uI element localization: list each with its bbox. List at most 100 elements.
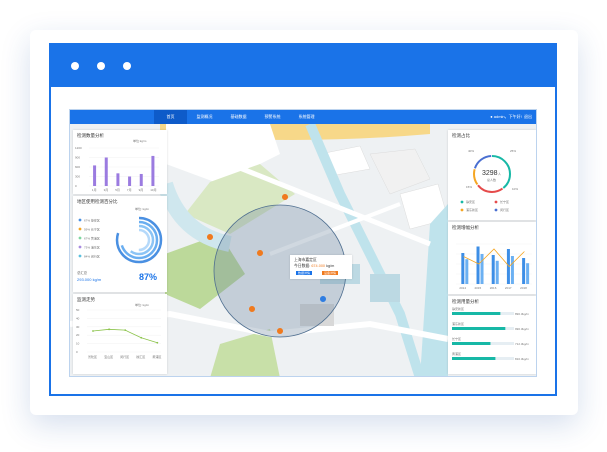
total-label: 总汇总 xyxy=(77,270,88,275)
nav-item-basic-data[interactable]: 基础数据 xyxy=(222,110,255,124)
nav-item-overview[interactable]: 监测概况 xyxy=(188,110,221,124)
legend-label: 长宁区 xyxy=(500,199,509,204)
data-point xyxy=(124,329,127,332)
row-label: 静安新区 xyxy=(452,306,464,311)
total-value: 293.000 kg/m xyxy=(77,277,102,282)
legend-dot xyxy=(78,218,82,222)
y-tick: 0 xyxy=(76,350,78,354)
x-tick: 10月 xyxy=(150,188,156,192)
bar xyxy=(104,157,108,186)
bar xyxy=(526,263,530,284)
dashboard-screen: 首页 监测概况 基础数据 预警系统 系统管理 ● admin，下午好! 退出 上… xyxy=(69,109,537,377)
bar xyxy=(139,173,143,186)
radial-ring xyxy=(127,228,151,252)
nav-item-warning[interactable]: 预警系统 xyxy=(256,110,289,124)
line-chart-trend: 单位: kg/m 50 40 30 20 10 0 普陀区 宝山区 闵行区 徐汇区 黄浦区 xyxy=(76,302,161,359)
y-tick: 40 xyxy=(76,316,80,320)
x-tick: 2015 xyxy=(475,286,482,290)
bar-fill xyxy=(452,312,501,315)
data-point xyxy=(92,330,94,332)
center-unit: 人 xyxy=(498,172,501,176)
y-tick: 1200 xyxy=(75,146,82,150)
bar xyxy=(480,254,484,284)
center-value: 3298 xyxy=(482,170,498,177)
bar xyxy=(522,258,526,284)
panel-detection-share: 检测占比 3298 人总人数 40% 25% 15% 10% 静安区 长宁区 浦东新区 闵行区 xyxy=(448,130,536,220)
bar xyxy=(116,173,120,186)
popup-unit: kg/m xyxy=(326,264,335,268)
x-tick: 7月 xyxy=(127,188,132,192)
donut-chart-share: 3298 人总人数 40% 25% 15% 10% 静安区 长宁区浦东新区 闵行区 xyxy=(460,149,518,212)
y-tick: 0 xyxy=(75,184,77,188)
percent-value: 87% xyxy=(139,272,157,282)
legend-dot xyxy=(78,254,82,258)
bar-chart-quantity: 单位:kg/m 1200 900 600 300 0 1月 3月 5月 7月 9月 10月 xyxy=(75,138,159,192)
row-label: 长宁区 xyxy=(452,336,461,341)
map-popup: 上海市嘉定区 今日数据: 674.000 kg/m 数据详情 设备详情 xyxy=(290,255,352,279)
legend-label: 59% 长宁区 xyxy=(84,227,100,232)
bar xyxy=(128,176,132,186)
data-detail-button[interactable]: 数据详情 xyxy=(296,271,313,275)
panel-region-percent: 地区使用检测百分比 单位: kg/m 67% 静安区 59% 长宁区 67% 黄浦区 7… xyxy=(73,196,167,292)
row-label: 黄浦区 xyxy=(452,351,461,356)
x-tick: 5月 xyxy=(115,188,120,192)
bar xyxy=(510,256,514,284)
bar-fill xyxy=(452,357,496,360)
pct-label: 40% xyxy=(468,149,474,153)
legend-label: 闵行区 xyxy=(500,207,509,212)
y-tick: 300 xyxy=(75,175,80,179)
center-label: 总人数 xyxy=(487,177,496,182)
y-tick: 20 xyxy=(76,333,80,337)
legend-dot xyxy=(78,236,82,240)
legend-dot xyxy=(78,227,82,231)
window-dot-icon[interactable] xyxy=(71,62,79,70)
unit-label: 单位:kg/m xyxy=(133,138,147,143)
user-icon: ● xyxy=(490,114,493,119)
legend-label: 73% 浦东区 xyxy=(84,245,100,250)
bar xyxy=(465,259,469,284)
radial-ring xyxy=(119,220,159,260)
unit-label: 单位: kg/m xyxy=(135,302,150,307)
data-point xyxy=(156,341,159,344)
bar-line-chart-growth: 2014 2015 2016 2017 2018 xyxy=(456,243,532,290)
panel-usage: 检测用量分析 静安新区 890.3kg/m 浦东新区 990.3kg/m 长宁区 712.… xyxy=(448,296,536,374)
x-tick: 2016 xyxy=(490,286,497,290)
device-detail-button[interactable]: 设备详情 xyxy=(322,271,339,275)
radial-ring xyxy=(115,216,163,264)
panel-growth: 检测增幅分析 2014 2015 2016 2017 2018 xyxy=(448,222,536,294)
bar xyxy=(461,253,465,284)
legend-label: 静安区 xyxy=(466,199,475,204)
row-value: 990.3kg/m xyxy=(515,327,530,331)
legend-dot xyxy=(460,200,464,204)
legend-dot xyxy=(494,208,498,212)
bar-fill xyxy=(452,327,506,330)
y-tick: 600 xyxy=(75,165,80,169)
x-tick: 普陀区 xyxy=(88,354,97,359)
bar-fill xyxy=(452,342,491,345)
bar xyxy=(151,155,155,186)
panel-detection-quantity: 检测数量分析 单位:kg/m 1200 900 600 300 0 1月 3月 5月 7月 9月 10… xyxy=(73,130,167,194)
legend-label: 浦东新区 xyxy=(466,207,478,212)
window-dot-icon[interactable] xyxy=(97,62,105,70)
browser-titlebar xyxy=(51,45,555,87)
x-tick: 宝山区 xyxy=(104,354,113,359)
x-tick: 2014 xyxy=(459,286,466,290)
x-tick: 9月 xyxy=(139,188,144,192)
user-greeting: admin，下午好! xyxy=(493,114,522,119)
data-point xyxy=(108,328,110,331)
nav-item-system[interactable]: 系统管理 xyxy=(290,110,323,124)
nav-item-home[interactable]: 首页 xyxy=(154,110,187,124)
x-tick: 3月 xyxy=(104,188,109,192)
user-info[interactable]: ● admin，下午好! 退出 xyxy=(490,110,532,124)
pct-label: 15% xyxy=(466,185,472,189)
logout-link[interactable]: 退出 xyxy=(524,114,532,119)
x-tick: 2017 xyxy=(505,286,512,290)
pct-label: 10% xyxy=(512,187,518,191)
legend-dot xyxy=(78,245,82,249)
legend-dot xyxy=(460,208,464,212)
legend-label: 84% 闵行区 xyxy=(84,254,100,259)
window-dot-icon[interactable] xyxy=(123,62,131,70)
x-tick: 黄浦区 xyxy=(152,354,161,359)
y-tick: 900 xyxy=(75,156,80,160)
data-point xyxy=(140,336,143,339)
